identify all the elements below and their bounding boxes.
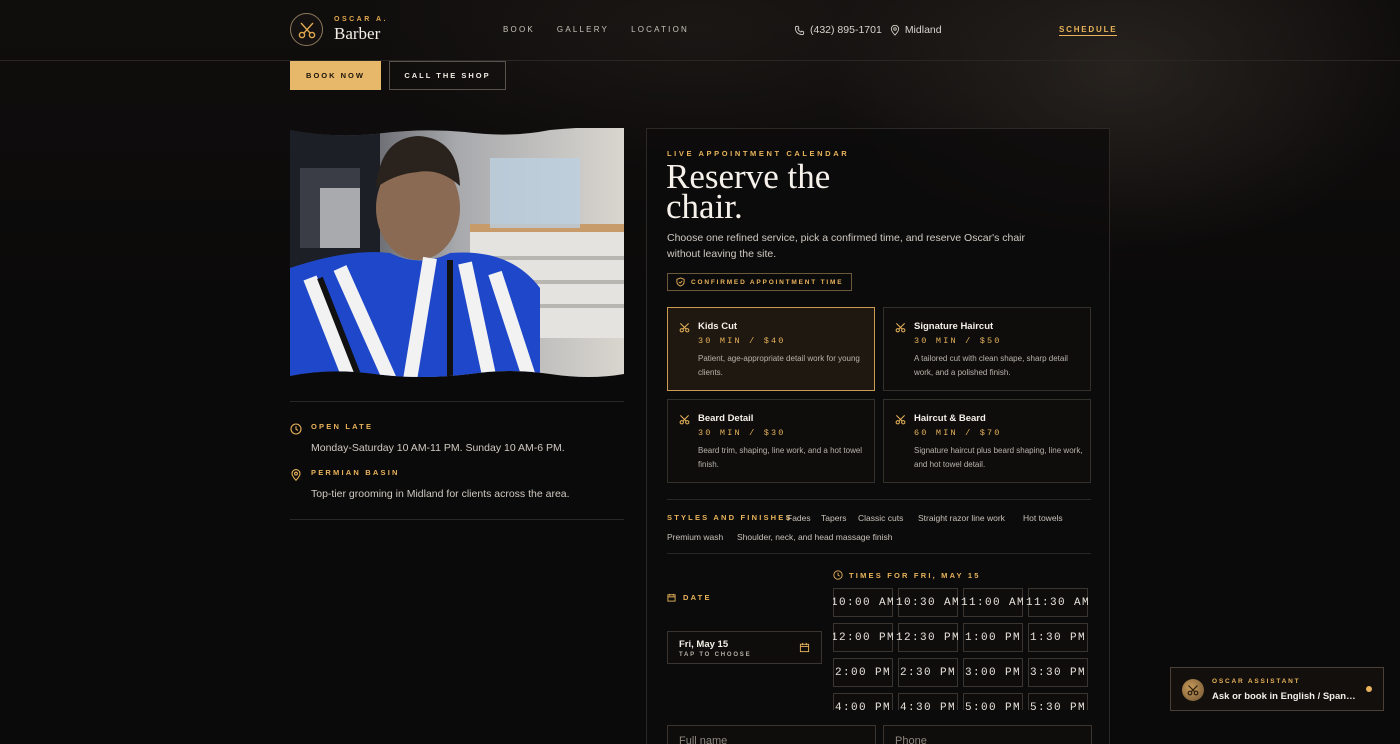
phone-number: (432) 895-1701	[810, 24, 882, 36]
service-desc: Beard trim, shaping, line work, and a ho…	[698, 446, 863, 469]
time-slot[interactable]: 1:00 PM	[963, 623, 1023, 652]
service-meta: 60 MIN / $70	[914, 428, 1002, 438]
scissors-icon	[895, 415, 906, 425]
info-area-text: Top-tier grooming in Midland for clients…	[311, 488, 570, 500]
assistant-widget[interactable]: OSCAR ASSISTANT Ask or book in English /…	[1170, 667, 1384, 711]
info-hours: OPEN LATE Monday-Saturday 10 AM-11 PM. S…	[290, 402, 565, 454]
info-area-title: PERMIAN BASIN	[311, 468, 400, 477]
location-name: Midland	[904, 24, 942, 36]
time-slot[interactable]: 3:30 PM	[1028, 658, 1088, 687]
scissors-logo-icon	[290, 13, 323, 46]
site-header: OSCAR A. Barber BOOK GALLERY LOCATION (4…	[0, 0, 1400, 61]
location-link[interactable]: Midland	[890, 24, 942, 36]
phone-icon	[794, 25, 805, 35]
scissors-icon	[679, 323, 690, 333]
assistant-avatar	[1182, 679, 1204, 701]
header-contact: (432) 895-1701 Midland	[794, 24, 942, 36]
booking-card: LIVE APPOINTMENT CALENDAR Reserve the ch…	[646, 128, 1110, 744]
date-label: DATE	[667, 593, 712, 602]
call-shop-button[interactable]: CALL THE SHOP	[389, 61, 506, 90]
service-meta: 30 MIN / $30	[698, 428, 786, 438]
service-desc: A tailored cut with clean shape, sharp d…	[914, 354, 1068, 377]
shield-check-icon	[676, 277, 685, 287]
service-haircut-beard[interactable]: Haircut & Beard 60 MIN / $70 Signature h…	[883, 399, 1091, 483]
calendar-icon	[667, 593, 676, 602]
time-slot[interactable]: 11:00 AM	[961, 588, 1024, 617]
time-slot[interactable]: 2:00 PM	[833, 658, 893, 687]
scissors-icon	[1187, 685, 1199, 696]
phone-link[interactable]: (432) 895-1701	[794, 24, 882, 36]
shop-info: OPEN LATE Monday-Saturday 10 AM-11 PM. S…	[290, 401, 624, 520]
service-name: Haircut & Beard	[914, 413, 986, 424]
full-name-field[interactable]: Full name	[667, 725, 876, 744]
service-name: Kids Cut	[698, 321, 738, 332]
service-signature-haircut[interactable]: Signature Haircut 30 MIN / $50 A tailore…	[883, 307, 1091, 391]
schedule-link[interactable]: SCHEDULE	[1059, 25, 1118, 36]
date-label-text: DATE	[683, 593, 712, 602]
nav-location[interactable]: LOCATION	[631, 25, 689, 34]
times-label-text: TIMES FOR FRI, MAY 15	[849, 570, 981, 580]
time-slot[interactable]: 4:30 PM	[898, 693, 958, 710]
styles-and-finishes: STYLES AND FINISHES Fades Tapers Classic…	[667, 499, 1091, 554]
assistant-text: Ask or book in English / Spanish	[1212, 691, 1357, 702]
time-slot[interactable]: 5:30 PM	[1028, 693, 1088, 710]
time-slot[interactable]: 5:00 PM	[963, 693, 1023, 710]
booking-description: Choose one refined service, pick a confi…	[667, 232, 1025, 260]
time-slot[interactable]: 10:00 AM	[833, 588, 894, 617]
brand-small: OSCAR A.	[334, 15, 388, 23]
service-beard-detail[interactable]: Beard Detail 30 MIN / $30 Beard trim, sh…	[667, 399, 875, 483]
time-slot[interactable]: 10:30 AM	[896, 588, 959, 617]
date-picker[interactable]: Fri, May 15 TAP TO CHOOSE	[667, 631, 822, 664]
nav-gallery[interactable]: GALLERY	[557, 25, 609, 34]
phone-field[interactable]: Phone	[883, 725, 1092, 744]
time-slot[interactable]: 1:30 PM	[1028, 623, 1088, 652]
time-slot[interactable]: 4:00 PM	[833, 693, 893, 710]
service-name: Signature Haircut	[914, 321, 994, 332]
info-area: PERMIAN BASIN Top-tier grooming in Midla…	[290, 448, 570, 500]
style-tag: Fades	[787, 513, 811, 523]
barber-photo	[290, 128, 624, 380]
service-meta: 30 MIN / $50	[914, 336, 1002, 346]
brand-name: Barber	[334, 23, 381, 43]
scissors-icon	[679, 415, 690, 425]
confirmed-badge: CONFIRMED APPOINTMENT TIME	[667, 273, 853, 291]
service-desc: Patient, age-appropriate detail work for…	[698, 354, 860, 377]
scissors-icon	[895, 323, 906, 333]
booking-title: Reserve the chair.	[666, 157, 831, 226]
status-dot	[1366, 686, 1372, 692]
brand-logo[interactable]: OSCAR A. Barber	[290, 13, 388, 46]
calendar-icon	[799, 642, 810, 653]
style-tag: Premium wash	[667, 532, 724, 542]
style-tag: Classic cuts	[858, 513, 904, 523]
service-meta: 30 MIN / $40	[698, 336, 786, 346]
info-hours-title: OPEN LATE	[311, 422, 374, 431]
style-tag: Tapers	[821, 513, 847, 523]
service-name: Beard Detail	[698, 413, 754, 424]
map-pin-icon	[291, 469, 301, 481]
main-nav: BOOK GALLERY LOCATION	[503, 25, 689, 34]
clock-icon	[290, 423, 302, 435]
date-value: Fri, May 15	[679, 639, 729, 650]
time-slot[interactable]: 12:30 PM	[896, 623, 959, 652]
clock-icon	[833, 570, 843, 580]
style-tag: Shoulder, neck, and head massage finish	[737, 532, 893, 542]
time-slots: 10:00 AM 10:30 AM 11:00 AM 11:30 AM 12:0…	[833, 588, 1093, 710]
time-slot[interactable]: 11:30 AM	[1026, 588, 1089, 617]
service-kids-cut[interactable]: Kids Cut 30 MIN / $40 Patient, age-appro…	[667, 307, 875, 391]
book-now-button[interactable]: BOOK NOW	[290, 61, 381, 90]
styles-label: STYLES AND FINISHES	[667, 513, 793, 522]
time-slot[interactable]: 3:00 PM	[963, 658, 1023, 687]
service-desc: Signature haircut plus beard shaping, li…	[914, 446, 1083, 469]
time-slot[interactable]: 2:30 PM	[898, 658, 958, 687]
assistant-title: OSCAR ASSISTANT	[1212, 678, 1301, 685]
style-tag: Straight razor line work	[918, 513, 1005, 523]
times-label: TIMES FOR FRI, MAY 15	[833, 570, 981, 580]
time-slot[interactable]: 12:00 PM	[833, 623, 894, 652]
map-pin-icon	[890, 24, 899, 36]
confirmed-badge-label: CONFIRMED APPOINTMENT TIME	[691, 278, 844, 286]
date-hint: TAP TO CHOOSE	[679, 652, 752, 658]
style-tag: Hot towels	[1023, 513, 1063, 523]
nav-book[interactable]: BOOK	[503, 25, 535, 34]
